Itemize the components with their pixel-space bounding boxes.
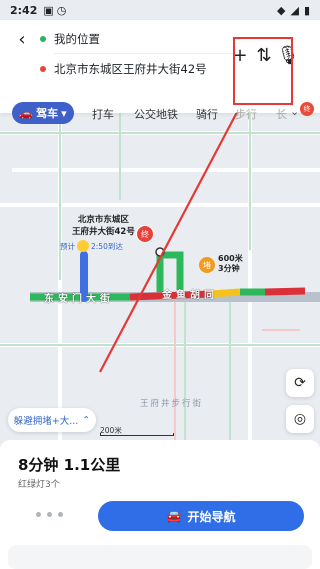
tab-drive[interactable]: 🚗 驾车 ▾ (12, 102, 74, 124)
eta-prefix: 预计 (60, 241, 75, 251)
wifi-icon: ◆ (277, 3, 286, 17)
tab-badge: 终 (300, 102, 314, 116)
tab-cycling[interactable]: 骑行 (196, 106, 218, 122)
swap-icon: ⇅ (256, 44, 272, 66)
refresh-route-button[interactable]: ⟳ (286, 369, 314, 397)
signal-icon: ◢ (290, 3, 299, 17)
destination-field[interactable]: 北京市东城区王府井大街42号 (40, 58, 235, 80)
alarm-icon: ◷ (56, 3, 67, 17)
tab-drive-label: 驾车 (36, 107, 59, 120)
locate-button[interactable]: ◎ (286, 405, 314, 433)
status-system-icons: ◆ ◢ ▮ (277, 4, 310, 17)
destination-text: 北京市东城区王府井大街42号 (54, 62, 207, 76)
back-button[interactable]: ‹ (12, 28, 32, 50)
eta-time: 2:50到达 (91, 241, 123, 251)
status-time: 2:42 (10, 3, 38, 17)
route-preference-label: 躲避拥堵+大... (13, 416, 79, 427)
refresh-icon: ⟳ (294, 375, 306, 391)
route-preference-chip[interactable]: 躲避拥堵+大... ⌃ (8, 408, 96, 432)
traffic-lights-count: 红绿灯3个 (18, 480, 60, 490)
eta-chip: 预计 2:50到达 (60, 240, 123, 252)
origin-text: 我的位置 (54, 32, 100, 46)
road-name-dong-an-men: 东安门大街 (44, 294, 114, 305)
traffic-duration: 3分钟 (218, 264, 240, 273)
route-input-card: ‹ 我的位置 北京市东城区王府井大街42号 + ⇅ 🎙 🚗 驾车 ▾ 打车 公交… (0, 20, 320, 124)
route-divider (54, 53, 235, 54)
route-actions: + ⇅ 🎙 (228, 42, 300, 68)
start-navigation-button[interactable]: 🚘 开始导航 (98, 501, 304, 531)
route-summary-sheet: 8分钟 1.1公里 红绿灯3个 🚘 开始导航 (0, 440, 320, 569)
tab-partial[interactable]: 长 (276, 106, 287, 122)
microphone-icon: 🎙 (276, 44, 300, 66)
dot-icon (47, 512, 52, 517)
dot-icon (36, 512, 41, 517)
sheet-bottom-panel (8, 545, 312, 569)
route-inputs: 我的位置 北京市东城区王府井大街42号 (40, 28, 235, 80)
add-waypoint-button[interactable]: + (229, 43, 251, 67)
notification-icon: ▣ (43, 3, 54, 17)
street-label: 王府井步行街 (140, 399, 204, 409)
scale-bar (100, 433, 174, 436)
back-arrow-icon: ‹ (18, 28, 26, 50)
origin-dot-icon (40, 36, 46, 42)
destination-map-label: 北京市东城区 王府井大街42号 (72, 214, 135, 238)
status-notification-icons: ▣ ◷ (43, 4, 66, 17)
road-name-jin-yu-hu-tong: 金鱼胡同 (162, 290, 218, 301)
car-icon: 🚘 (166, 509, 182, 523)
chevron-down-icon[interactable]: ⌄ (290, 105, 299, 118)
caret-down-icon: ▾ (61, 106, 67, 120)
traffic-info: 600米 3分钟 (218, 254, 243, 274)
destination-label-line1: 北京市东城区 (77, 215, 129, 225)
traffic-marker-icon[interactable]: 堵 (199, 257, 215, 273)
tab-transit[interactable]: 公交地铁 (134, 106, 178, 122)
status-bar: 2:42 ▣ ◷ ◆ ◢ ▮ (0, 0, 320, 20)
chevron-up-icon: ⌃ (82, 414, 91, 426)
destination-label-line2: 王府井大街42号 (72, 227, 135, 237)
voice-input-button[interactable]: 🎙 (276, 43, 300, 67)
tab-walking[interactable]: 步行 (235, 106, 257, 122)
start-navigation-label: 开始导航 (187, 509, 236, 524)
route-time-distance: 8分钟 1.1公里 (18, 456, 121, 474)
end-marker-icon[interactable]: 终 (136, 225, 154, 243)
plus-icon: + (232, 44, 248, 66)
swap-route-button[interactable]: ⇅ (253, 43, 275, 67)
locate-icon: ◎ (293, 411, 307, 427)
dot-icon (58, 512, 63, 517)
more-options-button[interactable] (36, 512, 63, 517)
car-icon: 🚗 (19, 106, 34, 120)
destination-dot-icon (40, 66, 46, 72)
tab-taxi[interactable]: 打车 (92, 106, 114, 122)
transport-mode-tabs: 🚗 驾车 ▾ 打车 公交地铁 骑行 步行 长 ⌄ 终 (0, 102, 320, 126)
origin-field[interactable]: 我的位置 (40, 28, 235, 50)
start-pin-icon (77, 240, 89, 252)
traffic-distance: 600米 (218, 254, 243, 263)
battery-icon: ▮ (303, 3, 310, 17)
